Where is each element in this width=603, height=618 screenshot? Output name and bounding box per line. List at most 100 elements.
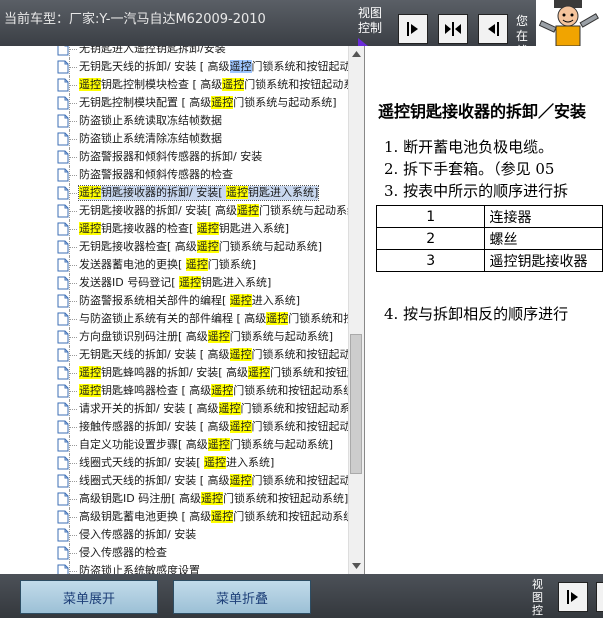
show-right-panel-button-bottom[interactable] [558, 582, 588, 612]
document-icon [57, 492, 69, 506]
document-icon [57, 276, 69, 290]
tree-connector-line [69, 193, 77, 194]
parts-row: 2 螺丝 [375, 227, 603, 250]
search-highlight: 遥控 [201, 492, 223, 505]
tree-item[interactable]: 遥控钥匙蜂鸣器检查 [ 高级遥控门锁系统和按钮起动系统] [0, 382, 359, 400]
split-view-button-bottom[interactable] [596, 582, 603, 612]
tree-connector-line [69, 499, 77, 500]
part-name: 连接器 [484, 205, 603, 228]
tree-item[interactable]: 无钥匙控制模块配置 [ 高级遥控门锁系统与起动系统] [0, 94, 348, 112]
tree-item[interactable]: 无钥匙接收器检查[ 高级遥控门锁系统与起动系统] [0, 238, 348, 256]
tree-item[interactable]: 接触传感器的拆卸/ 安装 [ 高级遥控门锁系统和按钮起动系统] [0, 418, 364, 436]
tree-connector-line [69, 553, 77, 554]
tree-connector-line [69, 319, 77, 320]
tree-connector-line [69, 211, 77, 212]
menu-tree-panel: 无钥匙进入遥控钥匙拆卸/安装 无钥匙天线的拆卸/ 安装 [ 高级遥控门锁系统和按钮… [0, 46, 365, 574]
label-text: 防盗警报器和倾斜传感器的拆卸/ 安装 [79, 150, 263, 163]
step-3: 3. 按表中所示的顺序进行拆 [384, 182, 569, 200]
tree-item[interactable]: 遥控钥匙接收器的检查[ 遥控钥匙进入系统] [0, 220, 348, 238]
tree-item-label: 防盗锁止系统读取冻结帧数据 [79, 114, 222, 128]
tree-item[interactable]: 发送器蓄电池的更换[ 遥控门锁系统] [0, 256, 348, 274]
search-highlight: 遥控 [229, 420, 252, 433]
tree-item[interactable]: 请求开关的拆卸/ 安装 [ 高级遥控门锁系统和按钮起动系统] [0, 400, 364, 418]
label-text: 进入系统] [251, 294, 301, 307]
tree-item[interactable]: 侵入传感器的检查 [0, 544, 348, 562]
tree-item[interactable]: 无钥匙接收器的拆卸/ 安装[ 高级遥控门锁系统与起动系统] [0, 202, 362, 220]
label-text: 防盗警报器和倾斜传感器的检查 [79, 168, 233, 181]
label-text: 防盗警报系统相关部件的编程[ [79, 294, 230, 307]
tree-item[interactable]: 防盗锁止系统读取冻结帧数据 [0, 112, 348, 130]
label-text: 请求开关的拆卸/ 安装 [ 高级 [79, 402, 219, 415]
document-icon [57, 294, 69, 308]
menu-collapse-button[interactable]: 菜单折叠 [173, 580, 311, 614]
document-icon [57, 168, 69, 182]
label-text: 门锁系统与起动系统] [229, 438, 334, 451]
tree-item[interactable]: 遥控钥匙接收器的拆卸/ 安装[ 遥控钥匙进入系统] [0, 184, 348, 202]
tree-item[interactable]: 防盗锁止系统敏感度设置 [0, 562, 348, 574]
step-4: 4. 按与拆卸相反的顺序进行 [384, 305, 569, 323]
search-highlight-current: 遥控 [229, 60, 252, 73]
tree-item[interactable]: 线圈式天线的拆卸/ 安装 [ 高级遥控门锁系统和按钮起动系统] [0, 472, 364, 490]
tree-item-label: 高级钥匙蓄电池更换 [ 高级遥控门锁系统和按钮起动系统] [79, 510, 359, 524]
label-text: 钥匙进入系统] [248, 186, 319, 199]
label-text: 无钥匙控制模块配置 [ 高级 [79, 96, 212, 109]
label-text: 钥匙进入系统] [218, 222, 290, 235]
tree-connector-line [69, 46, 70, 58]
document-icon [57, 474, 69, 488]
tree-item[interactable]: 高级钥匙ID 码注册[ 高级遥控门锁系统和按钮起动系统] [0, 490, 348, 508]
document-icon [57, 528, 69, 542]
label-text: 高级钥匙蓄电池更换 [ 高级 [79, 510, 212, 523]
tree-item[interactable]: 自定义功能设置步骤[ 高级遥控门锁系统与起动系统] [0, 436, 348, 454]
tree-item[interactable]: 防盗警报器和倾斜传感器的拆卸/ 安装 [0, 148, 348, 166]
tree-item[interactable]: 无钥匙进入遥控钥匙拆卸/安装 [0, 46, 348, 58]
tree-connector-line [69, 337, 77, 338]
tree-item[interactable]: 无钥匙天线的拆卸/ 安装 [ 高级遥控门锁系统和按钮起动系统] [0, 346, 364, 364]
tree-item-label: 遥控钥匙接收器的检查[ 遥控钥匙进入系统] [79, 222, 289, 236]
tree-item[interactable]: 遥控钥匙蜂鸣器的拆卸/ 安装[ 高级遥控门锁系统和按钮起动系统] [0, 364, 364, 382]
menu-tree: 无钥匙进入遥控钥匙拆卸/安装 无钥匙天线的拆卸/ 安装 [ 高级遥控门锁系统和按钮… [0, 46, 364, 574]
tree-item[interactable]: 防盗警报系统相关部件的编程[ 遥控进入系统] [0, 292, 348, 310]
search-highlight: 遥控 [79, 78, 101, 91]
label-text: 钥匙蜂鸣器检查 [ 高级 [101, 384, 212, 397]
tree-item[interactable]: 方向盘锁识别码注册[ 高级遥控门锁系统与起动系统] [0, 328, 348, 346]
tree-item[interactable]: 防盗警报器和倾斜传感器的检查 [0, 166, 348, 184]
tree-item-label: 高级钥匙ID 码注册[ 高级遥控门锁系统和按钮起动系统] [79, 492, 348, 506]
scroll-thumb[interactable] [350, 334, 362, 474]
label-text: 发送器蓄电池的更换[ [79, 258, 186, 271]
document-icon [57, 258, 69, 272]
tree-item[interactable]: 高级钥匙蓄电池更换 [ 高级遥控门锁系统和按钮起动系统] [0, 508, 359, 526]
parts-row: 1 连接器 [375, 205, 603, 228]
show-right-panel-button[interactable] [398, 14, 428, 44]
tree-item[interactable]: 防盗锁止系统清除冻结帧数据 [0, 130, 348, 148]
top-toolbar: 当前车型：厂家:Y-一汽马自达M62009-2010 视图控制 您在线: [0, 0, 603, 58]
tree-connector-line [69, 409, 77, 410]
tree-item[interactable]: 无钥匙天线的拆卸/ 安装 [ 高级遥控门锁系统和按钮起动系统] [0, 58, 364, 76]
label-text: 门锁系统和按钮起动系统] [233, 384, 359, 397]
split-view-button[interactable] [438, 14, 468, 44]
tree-connector-line [69, 463, 77, 464]
tree-item[interactable]: 与防盗锁止系统有关的部件编程 [ 高级遥控门锁系统和按钮起动系统] [0, 310, 364, 328]
label-text: 无钥匙天线的拆卸/ 安装 [ 高级 [79, 348, 230, 361]
search-highlight: 遥控 [248, 366, 270, 379]
tree-scrollbar[interactable] [348, 46, 364, 574]
tree-connector-line [69, 391, 77, 392]
tree-item[interactable]: 侵入传感器的拆卸/ 安装 [0, 526, 348, 544]
tree-item[interactable]: 线圈式天线的拆卸/ 安装[ 遥控进入系统] [0, 454, 348, 472]
document-icon [57, 150, 69, 164]
document-icon [57, 132, 69, 146]
tree-item-label: 侵入传感器的检查 [79, 546, 167, 560]
tree-connector-line [69, 157, 77, 158]
document-icon [57, 60, 69, 74]
label-text: 发送器ID 号码登记[ [79, 276, 179, 289]
tree-item[interactable]: 遥控钥匙控制模块检查 [ 高级遥控门锁系统和按钮起动系统] [0, 76, 364, 94]
label-text: 门锁系统和按钮起动系统] [240, 402, 365, 415]
menu-expand-button[interactable]: 菜单展开 [20, 580, 158, 614]
show-left-panel-button[interactable] [478, 14, 508, 44]
tree-item[interactable]: 发送器ID 号码登记[ 遥控钥匙进入系统] [0, 274, 348, 292]
scroll-down-icon[interactable] [349, 558, 364, 574]
bottom-toolbar: 菜单展开 菜单折叠 视图控 [0, 574, 603, 618]
label-text: 门锁系统和按钮起动系统] [233, 510, 359, 523]
search-highlight: 遥控 [218, 402, 241, 415]
scroll-up-icon[interactable] [349, 46, 364, 62]
label-text: 门锁系统与起动系统] [259, 204, 363, 217]
